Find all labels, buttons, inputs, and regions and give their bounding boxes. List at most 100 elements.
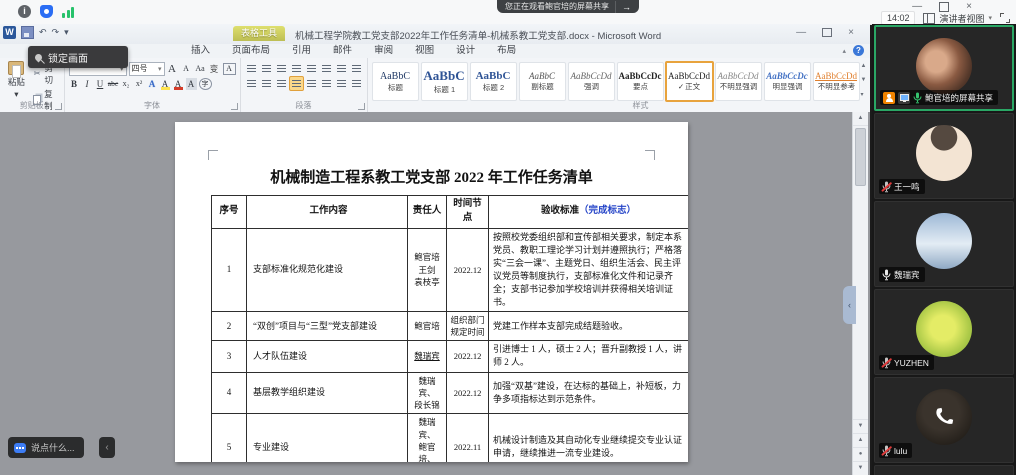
col-header-content[interactable]: 工作内容 <box>247 196 408 229</box>
network-signal-icon[interactable] <box>62 6 74 18</box>
multilevel-list-icon[interactable] <box>275 62 288 75</box>
style-item[interactable]: AaBbCcDd强调 <box>568 62 615 101</box>
chat-input-pill[interactable]: 说点什么... <box>8 437 84 458</box>
col-header-accept[interactable]: 验收标准（完成标志） <box>489 196 689 229</box>
cell-accept[interactable]: 按照校党委组织部和宣传部相关要求，制定本系党员、教职工理论学习计划并遵照执行；严… <box>489 228 689 311</box>
cell-accept[interactable]: 机械设计制造及其自动化专业继续提交专业认证申请，继续推进一流专业建设。 <box>489 414 689 462</box>
cell-time[interactable]: 2022.11 <box>447 414 489 462</box>
participant-tile[interactable]: 王一鸣 <box>874 113 1014 199</box>
next-page-icon[interactable]: ▼ <box>853 461 868 475</box>
save-button[interactable] <box>21 26 34 39</box>
align-center-icon[interactable] <box>260 77 273 90</box>
redo-button[interactable]: ↷ <box>52 27 60 38</box>
dialog-launcher-icon[interactable] <box>55 103 62 110</box>
dialog-launcher-icon[interactable] <box>231 103 238 110</box>
lock-screen-tooltip[interactable]: 锁定画面 <box>28 46 128 68</box>
style-item[interactable]: AaBbCcDd✓正文 <box>665 61 714 102</box>
style-item[interactable]: AaBbCcDd不明显参考 <box>813 62 860 101</box>
enclose-characters-button[interactable]: 字 <box>199 78 212 90</box>
chat-collapse-button[interactable]: ‹ <box>99 437 115 458</box>
col-header-no[interactable]: 序号 <box>212 196 247 229</box>
asian-layout-icon[interactable] <box>320 62 333 75</box>
superscript-button[interactable]: x² <box>134 78 145 90</box>
style-item[interactable]: AaBbC标题 <box>372 62 419 101</box>
ribbon-tab[interactable]: 页面布局 <box>221 44 281 58</box>
strikethrough-button[interactable]: abc <box>108 78 119 90</box>
undo-button[interactable]: ↶ <box>39 27 47 38</box>
line-spacing-icon[interactable] <box>320 77 333 90</box>
style-item[interactable]: AaBbCcDc要点 <box>617 62 664 101</box>
styles-scroll-down-icon[interactable]: ▼ <box>861 77 867 83</box>
justify-icon[interactable] <box>289 76 304 91</box>
paste-button[interactable]: 粘贴 ▾ <box>4 61 29 100</box>
ribbon-tab[interactable]: 插入 <box>180 44 221 58</box>
bullet-list-icon[interactable] <box>245 62 258 75</box>
decrease-indent-icon[interactable] <box>290 62 303 75</box>
participant-tile[interactable] <box>874 465 1014 475</box>
browse-object-icon[interactable]: ● <box>853 447 868 461</box>
font-size-select[interactable]: 四号▾ <box>129 62 165 76</box>
shrink-font-icon[interactable]: A <box>181 63 192 75</box>
ribbon-tab[interactable]: 设计 <box>445 44 486 58</box>
cell-no[interactable]: 5 <box>212 414 247 462</box>
ribbon-tab[interactable]: 布局 <box>486 44 527 58</box>
increase-indent-icon[interactable] <box>305 62 318 75</box>
style-item[interactable]: AaBbCcDc明显强调 <box>764 62 811 101</box>
cell-no[interactable]: 2 <box>212 311 247 341</box>
cell-no[interactable]: 4 <box>212 372 247 414</box>
cell-time[interactable]: 2022.12 <box>447 341 489 372</box>
change-case-icon[interactable]: Aa <box>195 63 206 75</box>
cell-content[interactable]: 专业建设 <box>247 414 408 462</box>
cell-content[interactable]: “双创”项目与“三型”党支部建设 <box>247 311 408 341</box>
underline-button[interactable]: U <box>95 78 106 90</box>
help-icon[interactable]: ? <box>853 45 864 56</box>
cell-person[interactable]: 魏瑞宾、 鲍官培、 段长锦 <box>408 414 447 462</box>
col-header-time[interactable]: 时间节点 <box>447 196 489 229</box>
scroll-up-icon[interactable]: ▲ <box>853 112 868 126</box>
cell-content[interactable]: 基层教学组织建设 <box>247 372 408 414</box>
cell-accept[interactable]: 引进博士 1 人，硕士 2 人；晋升副教授 1 人，讲师 2 人。 <box>489 341 689 372</box>
table-tools-contextual-tab[interactable]: 表格工具 <box>233 26 285 41</box>
subscript-button[interactable]: x₂ <box>121 78 132 90</box>
cell-content[interactable]: 支部标准化规范化建设 <box>247 228 408 311</box>
align-right-icon[interactable] <box>275 77 288 90</box>
previous-page-icon[interactable]: ▲ <box>853 433 868 447</box>
cell-no[interactable]: 3 <box>212 341 247 372</box>
align-left-icon[interactable] <box>245 77 258 90</box>
word-close-button[interactable]: × <box>848 27 854 38</box>
character-shading-button[interactable]: A <box>186 78 197 90</box>
security-shield-icon[interactable] <box>40 5 53 18</box>
cell-time[interactable]: 组织部门 规定时间 <box>447 311 489 341</box>
cell-content[interactable]: 人才队伍建设 <box>247 341 408 372</box>
dialog-launcher-icon[interactable] <box>358 103 365 110</box>
scrollbar-thumb[interactable] <box>855 128 866 186</box>
ribbon-tab[interactable]: 审阅 <box>363 44 404 58</box>
word-minimize-button[interactable]: — <box>796 27 806 38</box>
participant-tile[interactable]: lulu <box>874 377 1014 463</box>
participant-tile[interactable]: 魏瑞宾 <box>874 201 1014 287</box>
word-restore-button[interactable] <box>822 28 832 37</box>
shading-icon[interactable] <box>335 77 348 90</box>
quick-access-more-icon[interactable]: ▾ <box>64 27 69 38</box>
cell-time[interactable]: 2022.12 <box>447 228 489 311</box>
ribbon-tab[interactable]: 视图 <box>404 44 445 58</box>
style-item[interactable]: AaBbC标题 1 <box>421 62 468 101</box>
distribute-icon[interactable] <box>305 77 318 90</box>
ribbon-tab[interactable]: 引用 <box>281 44 322 58</box>
minimize-ribbon-icon[interactable]: ▴ <box>842 47 846 55</box>
participant-tile[interactable]: YUZHEN <box>874 289 1014 375</box>
scroll-down-icon[interactable]: ▼ <box>853 419 868 433</box>
col-header-person[interactable]: 责任人 <box>408 196 447 229</box>
italic-button[interactable]: I <box>82 78 93 90</box>
text-effects-button[interactable]: A <box>147 78 158 90</box>
style-item[interactable]: AaBbC副标题 <box>519 62 566 101</box>
sort-icon[interactable] <box>335 62 348 75</box>
grow-font-icon[interactable]: A <box>167 63 178 75</box>
participant-tile[interactable]: 鲍官培的屏幕共享 <box>874 25 1014 111</box>
word-logo[interactable]: W <box>3 26 16 39</box>
exit-watch-icon[interactable]: → <box>615 1 631 13</box>
sidebar-collapse-handle[interactable]: ‹ <box>843 286 856 324</box>
cell-person[interactable]: 魏瑞宾 <box>408 341 447 372</box>
styles-scroll-up-icon[interactable]: ▲ <box>861 63 867 69</box>
style-item[interactable]: AaBbC标题 2 <box>470 62 517 101</box>
